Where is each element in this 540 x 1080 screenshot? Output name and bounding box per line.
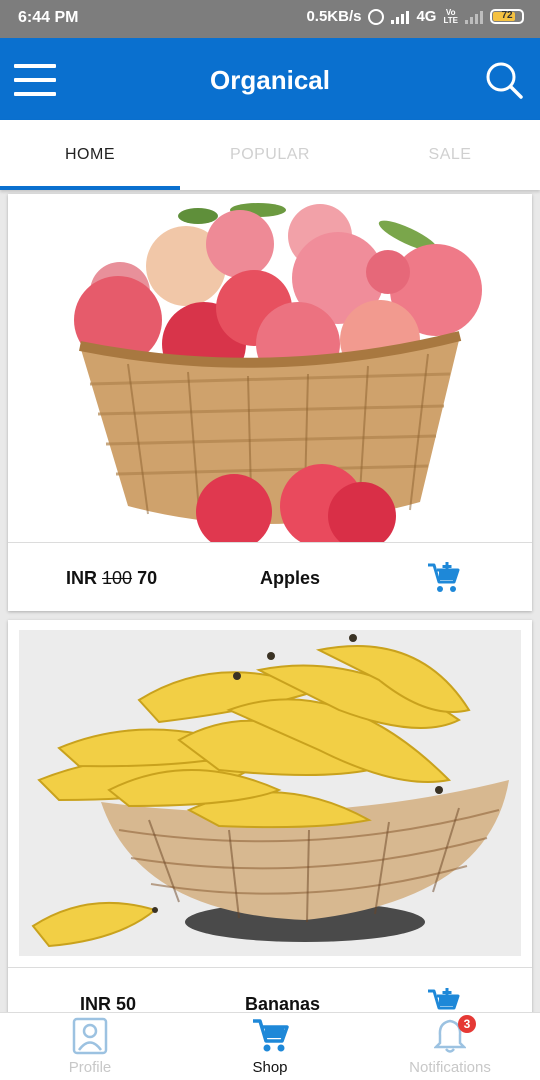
nav-notifications[interactable]: 3 Notifications (360, 1013, 540, 1080)
shopping-cart-icon (253, 1019, 289, 1052)
status-bar: 6:44 PM 0.5KB/s 4G Vo LTE 72 (0, 0, 540, 38)
alarm-icon (368, 8, 385, 25)
product-price: INR 100 70 (66, 567, 158, 588)
card-divider (8, 542, 532, 543)
sale-price: 70 (137, 567, 158, 588)
battery-icon: 72 (490, 9, 524, 24)
nav-profile-label: Profile (68, 1059, 112, 1076)
product-info: INR 50 Bananas (8, 980, 532, 1012)
add-to-cart-icon[interactable] (426, 562, 460, 594)
product-feed[interactable]: INR 100 70 Apples INR 50 Bananas (0, 190, 540, 1012)
nav-shop[interactable]: Shop (180, 1013, 360, 1080)
volte-icon: Vo LTE (443, 7, 458, 25)
tab-home[interactable]: HOME (0, 120, 180, 190)
nav-notifications-label: Notifications (409, 1059, 491, 1076)
network-type: 4G (416, 8, 437, 25)
old-price: 100 (102, 567, 133, 588)
add-to-cart-icon[interactable] (426, 988, 460, 1012)
product-price: INR 50 (80, 993, 137, 1013)
status-time: 6:44 PM (18, 9, 79, 26)
nav-shop-label: Shop (252, 1059, 288, 1076)
tab-sale[interactable]: SALE (360, 120, 540, 190)
battery-level: 72 (501, 10, 513, 21)
tab-bar: HOME POPULAR SALE (0, 120, 540, 190)
product-name: Bananas (245, 993, 321, 1013)
notification-badge: 3 (458, 1015, 476, 1033)
product-image-apples[interactable] (8, 194, 532, 542)
app-title: Organical (210, 65, 330, 95)
sale-price: 50 (116, 993, 137, 1013)
status-icons: 0.5KB/s 4G Vo LTE 72 (306, 8, 524, 25)
product-card[interactable]: INR 50 Bananas (8, 620, 532, 1012)
network-speed: 0.5KB/s (306, 8, 362, 25)
app-bar: Organical (0, 38, 540, 120)
signal-icon (391, 10, 410, 24)
tab-popular[interactable]: POPULAR (180, 120, 360, 190)
product-card[interactable]: INR 100 70 Apples (8, 194, 532, 611)
bottom-navigation: Profile Shop 3 Notifications (0, 1012, 540, 1080)
nav-profile[interactable]: Profile (0, 1013, 180, 1080)
product-info: INR 100 70 Apples (8, 554, 532, 602)
profile-icon (72, 1017, 108, 1055)
signal-2-icon (465, 10, 483, 24)
product-name: Apples (260, 567, 321, 588)
product-image-bananas[interactable] (19, 630, 521, 956)
search-icon[interactable] (484, 60, 524, 100)
card-divider (8, 967, 532, 968)
